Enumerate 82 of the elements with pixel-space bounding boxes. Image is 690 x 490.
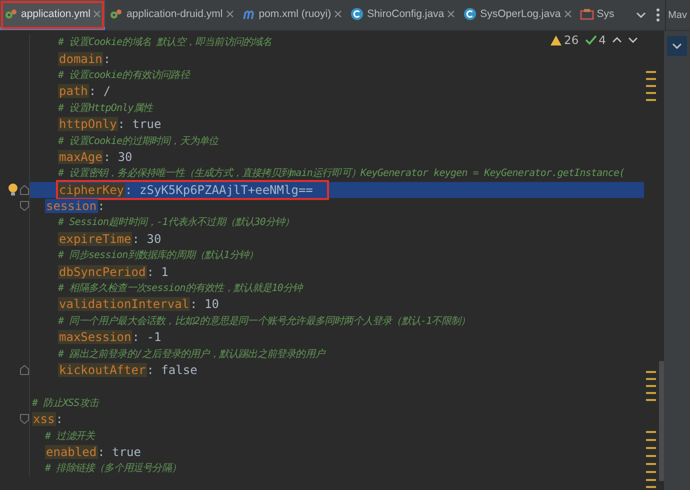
yaml-key: xss <box>32 412 56 426</box>
kebab-icon <box>656 8 660 22</box>
yaml-value: / <box>103 84 111 98</box>
yaml-value: 30 <box>118 150 132 164</box>
code-comment: # 排除链接（多个用逗号分隔） <box>45 462 182 476</box>
code-comment: # Session超时时间，-1代表永不过期（默认30分钟） <box>58 216 294 230</box>
module-icon <box>580 8 594 20</box>
close-icon <box>334 10 342 18</box>
code-comment: # 设置Cookie的过期时间，天为单位 <box>58 134 218 148</box>
yaml-key: kickoutAfter <box>58 363 147 377</box>
yaml-key: path <box>58 84 89 98</box>
file-tab[interactable]: pom.xml (ruoyi) <box>238 0 346 30</box>
colon: : <box>98 444 105 459</box>
m-letter-icon <box>242 8 256 20</box>
yaml-value: true <box>132 117 162 132</box>
file-tab[interactable]: ShiroConfig.java <box>346 0 460 30</box>
file-tab[interactable]: Sys <box>576 0 618 30</box>
yaml-key: domain <box>58 52 104 66</box>
colon: : <box>103 52 111 66</box>
colon: : <box>103 150 111 164</box>
fold-icon <box>20 201 29 212</box>
gear-pair-icon <box>109 8 124 20</box>
chevron-down-icon <box>672 43 682 49</box>
colon: : <box>146 264 154 279</box>
warning-icon <box>550 34 562 46</box>
yaml-value: true <box>112 444 141 459</box>
warning-count[interactable]: 26 <box>564 33 579 47</box>
close-icon <box>564 10 572 18</box>
yaml-key: validationInterval <box>58 297 190 312</box>
yaml-key: httpOnly <box>58 117 118 132</box>
code-comment: # 相隔多久检查一次session的有效性，默认就是10分钟 <box>58 282 302 296</box>
code-comment: # 踢出之前登录的/之后登录的用户，默认踢出之前登录的用户 <box>58 348 324 361</box>
check-icon <box>584 35 597 45</box>
colon: : <box>146 363 154 377</box>
file-tab[interactable]: SysOperLog.java <box>459 0 576 30</box>
code-comment: # 设置密钥，务必保持唯一性（生成方式，直接拷贝到main运行即可）KeyGenerator keygen = KeyGenerator.getInstance( <box>58 166 625 180</box>
code-comment: # 过滤开关 <box>45 430 95 443</box>
file-tab[interactable]: application-druid.yml <box>105 0 238 30</box>
yaml-key: enabled <box>45 444 98 459</box>
chevron-down-icon <box>636 12 646 18</box>
colon: : <box>190 297 198 312</box>
code-comment: # 同一个用户最大会话数，比如2的意思是同一个账号允许最多同时两个人登录（默认-1不限制） <box>58 314 470 328</box>
yaml-key: maxAge <box>58 150 104 164</box>
yaml-value: -1 <box>146 330 162 344</box>
code-comment: # 设置Cookie的域名 默认空，即当前访问的域名 <box>58 36 272 50</box>
passed-count[interactable]: 4 <box>598 33 606 47</box>
colon: : <box>125 182 132 197</box>
fold-end-icon <box>20 365 29 375</box>
yaml-key: maxSession <box>58 330 132 344</box>
code-comment: # 设置cookie的有效访问路径 <box>58 68 190 82</box>
yaml-value: false <box>161 363 198 377</box>
yaml-key: session <box>45 199 98 214</box>
collapse-button[interactable] <box>667 36 687 56</box>
chevron-down-icon <box>628 37 638 43</box>
gear-pair-icon <box>4 8 18 20</box>
lightbulb-icon[interactable] <box>8 183 18 196</box>
c-circle-icon <box>350 6 364 20</box>
yaml-value: 1 <box>161 264 168 279</box>
yaml-key: dbSyncPeriod <box>58 264 147 279</box>
yaml-key: cipherKey <box>58 182 126 197</box>
colon: : <box>98 199 105 214</box>
c-circle-icon <box>463 6 478 20</box>
yaml-key: expireTime <box>58 232 132 246</box>
fold-icon <box>20 414 29 424</box>
yaml-value: 10 <box>204 297 219 312</box>
code-comment: # 设置HttpOnly属性 <box>58 102 153 115</box>
file-tab[interactable]: application.yml <box>0 0 106 30</box>
yaml-value: zSyK5Kp6PZAAjlT+eeNMlg== <box>140 182 313 197</box>
colon: : <box>88 84 96 98</box>
code-comment: # 防止XSS攻击 <box>32 396 99 410</box>
close-icon <box>447 10 456 18</box>
code-comment: # 同步session到数据库的周期（默认1分钟） <box>58 248 258 262</box>
yaml-value: 30 <box>146 232 162 246</box>
close-icon <box>226 10 234 18</box>
fold-end-icon <box>20 184 29 195</box>
colon: : <box>132 330 140 344</box>
colon: : <box>118 117 126 132</box>
colon: : <box>56 412 63 426</box>
tool-window-tab[interactable]: Mav <box>665 0 690 30</box>
close-icon <box>93 10 102 18</box>
chevron-up-icon <box>612 37 622 43</box>
colon: : <box>132 232 140 246</box>
